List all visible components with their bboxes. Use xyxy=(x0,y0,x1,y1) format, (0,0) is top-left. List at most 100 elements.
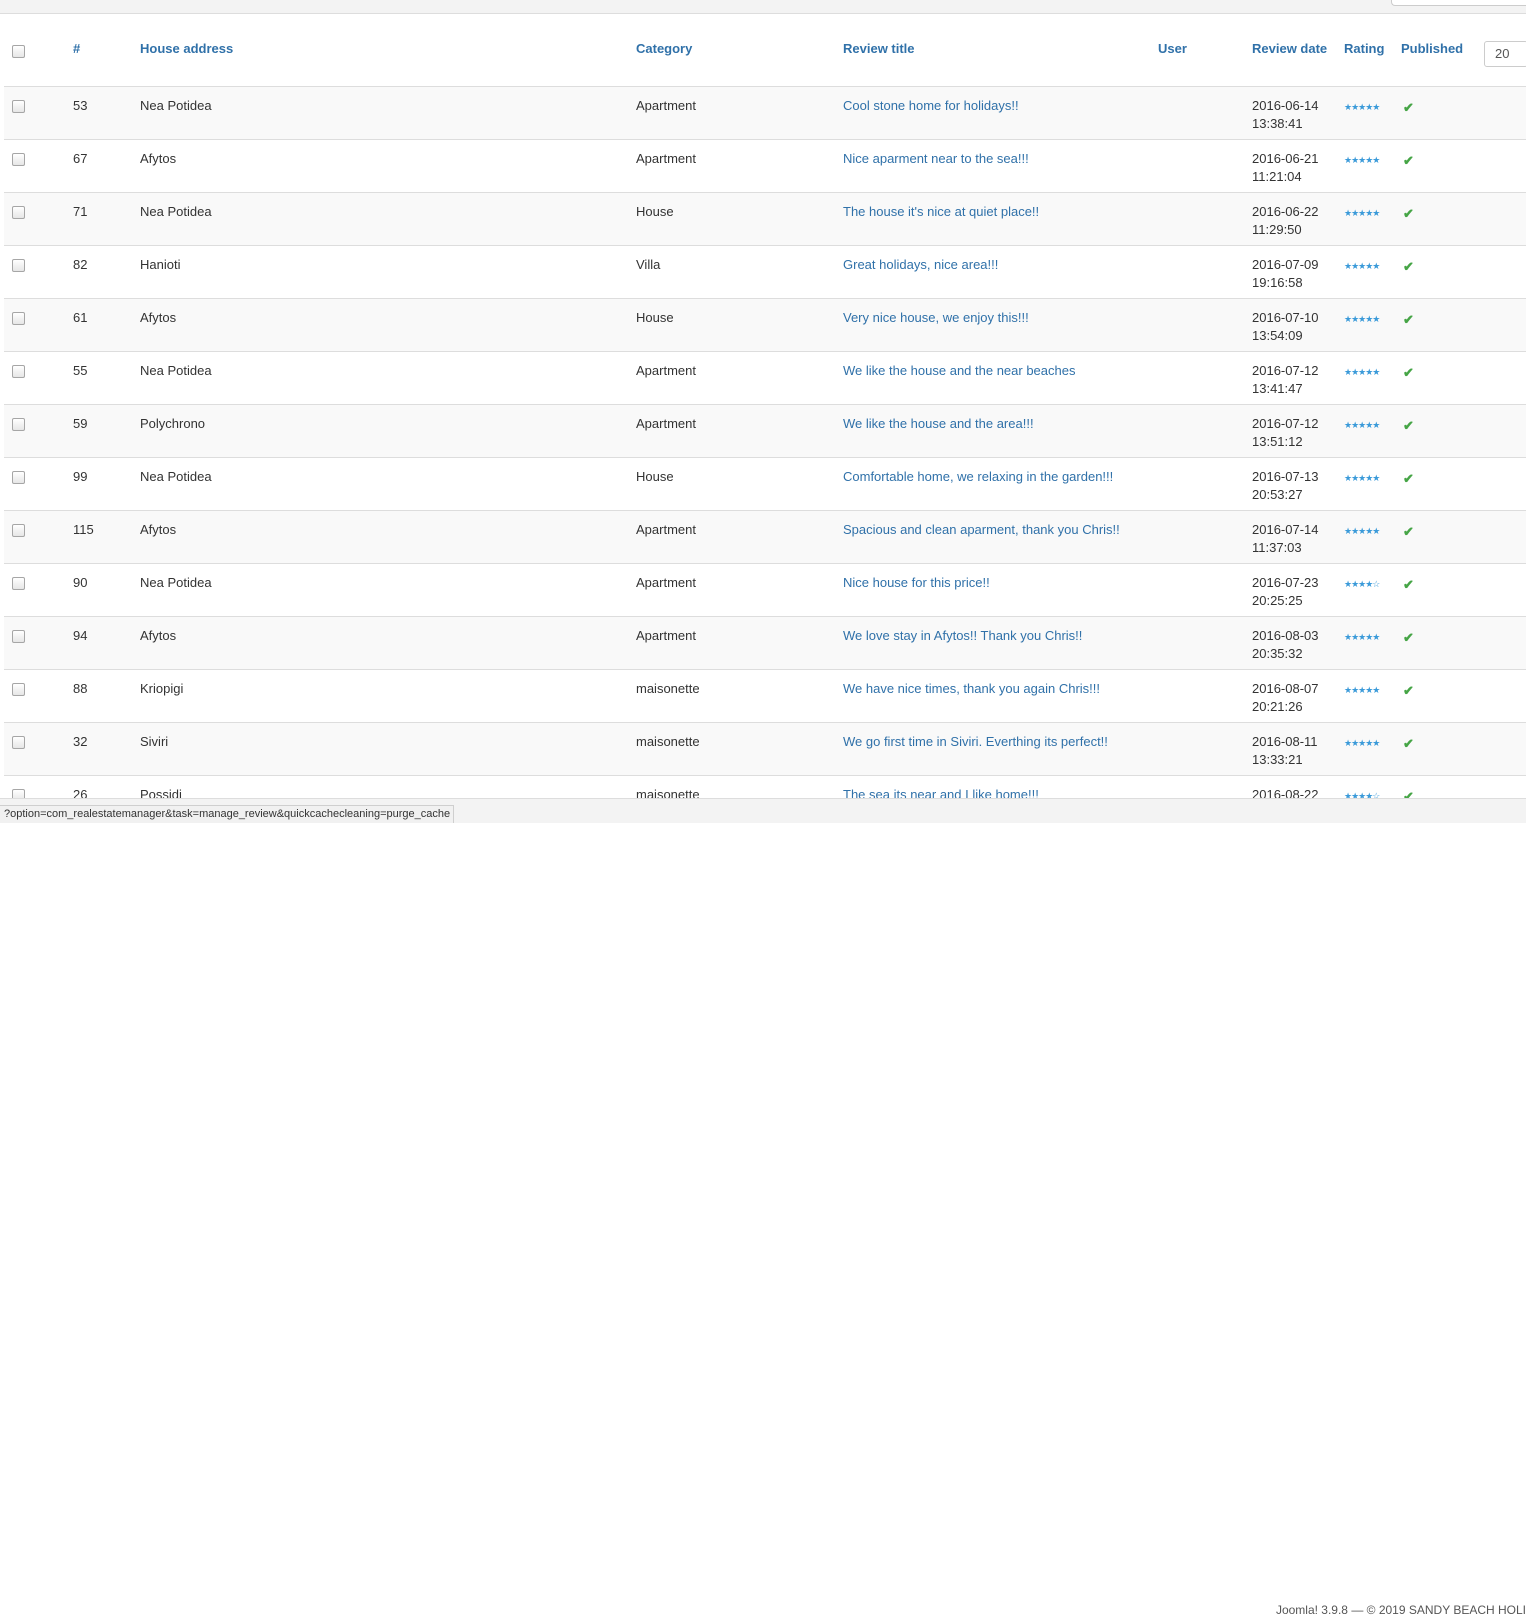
review-title-cell: Very nice house, we enjoy this!!! xyxy=(843,298,1158,351)
row-checkbox[interactable] xyxy=(12,417,25,431)
published-check-icon[interactable]: ✔ xyxy=(1403,735,1414,753)
review-date-time: 20:35:32 xyxy=(1252,645,1303,661)
review-title-link[interactable]: Cool stone home for holidays!! xyxy=(843,98,1019,113)
category: House xyxy=(636,309,674,325)
review-date-time: 20:53:27 xyxy=(1252,486,1303,502)
row-checkbox[interactable] xyxy=(12,735,25,749)
review-title-cell: We love stay in Afytos!! Thank you Chris… xyxy=(843,616,1158,669)
review-id: 82 xyxy=(73,256,88,272)
column-header-house-address[interactable]: House address xyxy=(140,14,636,87)
row-select-cell xyxy=(4,245,73,298)
category: maisonette xyxy=(636,680,700,696)
column-header-published[interactable]: Published xyxy=(1401,14,1463,87)
row-checkbox[interactable] xyxy=(12,364,25,378)
house-address: Hanioti xyxy=(140,256,181,272)
column-header-review-title[interactable]: Review title xyxy=(843,14,1158,87)
rating-cell: ★★★★★ xyxy=(1344,192,1401,245)
review-date-time: 11:37:03 xyxy=(1252,539,1302,555)
review-title-link[interactable]: Comfortable home, we relaxing in the gar… xyxy=(843,469,1113,484)
category: Apartment xyxy=(636,415,696,431)
row-checkbox[interactable] xyxy=(12,682,25,696)
row-checkbox[interactable] xyxy=(12,311,25,325)
table-row: 59 Polychrono Apartment We like the house a… xyxy=(4,404,1526,457)
published-check-icon[interactable]: ✔ xyxy=(1403,576,1414,594)
row-checkbox[interactable] xyxy=(12,523,25,537)
published-cell: ✔ xyxy=(1401,404,1458,457)
row-extra xyxy=(1458,457,1526,510)
user xyxy=(1158,775,1252,798)
published-check-icon[interactable]: ✔ xyxy=(1403,682,1414,700)
published-check-icon[interactable]: ✔ xyxy=(1403,364,1414,382)
review-title-link[interactable]: Very nice house, we enjoy this!!! xyxy=(843,310,1029,325)
row-select-cell xyxy=(4,563,73,616)
review-title-link[interactable]: We like the house and the near beaches xyxy=(843,363,1075,378)
review-title-link[interactable]: Spacious and clean aparment, thank you C… xyxy=(843,522,1120,537)
review-date-time: 13:41:47 xyxy=(1252,380,1303,396)
published-check-icon[interactable]: ✔ xyxy=(1403,258,1414,276)
published-check-icon[interactable]: ✔ xyxy=(1403,788,1414,799)
category: Villa xyxy=(636,256,661,272)
table-row: 71 Nea Potidea House The house it's nice at… xyxy=(4,192,1526,245)
row-checkbox[interactable] xyxy=(12,258,25,272)
review-date-time: 11:21:04 xyxy=(1252,168,1302,184)
published-check-icon[interactable]: ✔ xyxy=(1403,311,1414,329)
review-date-day: 2016-06-22 xyxy=(1252,203,1319,219)
house-address: Afytos xyxy=(140,627,177,643)
user xyxy=(1158,722,1252,775)
select-all-checkbox[interactable] xyxy=(12,45,25,58)
rating-stars-icon: ★★★★☆ xyxy=(1344,790,1380,799)
published-check-icon[interactable]: ✔ xyxy=(1403,99,1414,117)
published-check-icon[interactable]: ✔ xyxy=(1403,417,1414,435)
review-id: 26 xyxy=(73,786,88,799)
column-header-number[interactable]: # xyxy=(73,14,140,87)
rating-stars-icon: ★★★★★ xyxy=(1344,313,1380,324)
table-row: 32 Siviri maisonette We go first time in Si… xyxy=(4,722,1526,775)
review-title-link[interactable]: The house it's nice at quiet place!! xyxy=(843,204,1039,219)
review-title-link[interactable]: We have nice times, thank you again Chri… xyxy=(843,681,1100,696)
column-header-user[interactable]: User xyxy=(1158,14,1252,87)
published-check-icon[interactable]: ✔ xyxy=(1403,470,1414,488)
column-header-rating[interactable]: Rating xyxy=(1344,14,1401,87)
published-check-icon[interactable]: ✔ xyxy=(1403,152,1414,170)
row-select-cell xyxy=(4,351,73,404)
review-date: 2016-07-09 19:16:58 xyxy=(1252,245,1344,298)
row-checkbox[interactable] xyxy=(12,788,25,798)
published-check-icon[interactable]: ✔ xyxy=(1403,205,1414,223)
review-title-cell: Great holidays, nice area!!! xyxy=(843,245,1158,298)
category: Apartment xyxy=(636,574,696,590)
row-checkbox[interactable] xyxy=(12,99,25,113)
user xyxy=(1158,457,1252,510)
published-cell: ✔ xyxy=(1401,298,1458,351)
published-cell: ✔ xyxy=(1401,722,1458,775)
row-select-cell xyxy=(4,192,73,245)
published-check-icon[interactable]: ✔ xyxy=(1403,629,1414,647)
rating-stars-icon: ★★★★☆ xyxy=(1344,578,1380,589)
row-checkbox[interactable] xyxy=(12,629,25,643)
review-title-link[interactable]: We go first time in Siviri. Everthing it… xyxy=(843,734,1108,749)
column-header-category[interactable]: Category xyxy=(636,14,843,87)
review-title-link[interactable]: Nice house for this price!! xyxy=(843,575,990,590)
review-title-link[interactable]: We like the house and the area!!! xyxy=(843,416,1034,431)
reviews-table-container: # House address Category Review title Us… xyxy=(4,14,1526,798)
row-checkbox[interactable] xyxy=(12,205,25,219)
review-date-day: 2016-07-23 xyxy=(1252,574,1319,590)
column-header-review-date[interactable]: Review date xyxy=(1252,14,1344,87)
row-checkbox[interactable] xyxy=(12,470,25,484)
review-title-link[interactable]: Great holidays, nice area!!! xyxy=(843,257,998,272)
row-checkbox[interactable] xyxy=(12,152,25,166)
review-title-link[interactable]: The sea its near and I like home!!! xyxy=(843,787,1039,799)
row-checkbox[interactable] xyxy=(12,576,25,590)
review-title-link[interactable]: We love stay in Afytos!! Thank you Chris… xyxy=(843,628,1082,643)
review-id: 59 xyxy=(73,415,88,431)
review-id: 67 xyxy=(73,150,88,166)
review-title-link[interactable]: Nice aparment near to the sea!!! xyxy=(843,151,1029,166)
review-date: 2016-06-14 13:38:41 xyxy=(1252,86,1344,139)
category: Apartment xyxy=(636,97,696,113)
rating-cell: ★★★★★ xyxy=(1344,404,1401,457)
published-cell: ✔ xyxy=(1401,245,1458,298)
review-title-cell: Nice aparment near to the sea!!! xyxy=(843,139,1158,192)
reviews-table: # House address Category Review title Us… xyxy=(4,14,1526,798)
published-check-icon[interactable]: ✔ xyxy=(1403,523,1414,541)
review-id: 61 xyxy=(73,309,88,325)
row-select-cell xyxy=(4,722,73,775)
